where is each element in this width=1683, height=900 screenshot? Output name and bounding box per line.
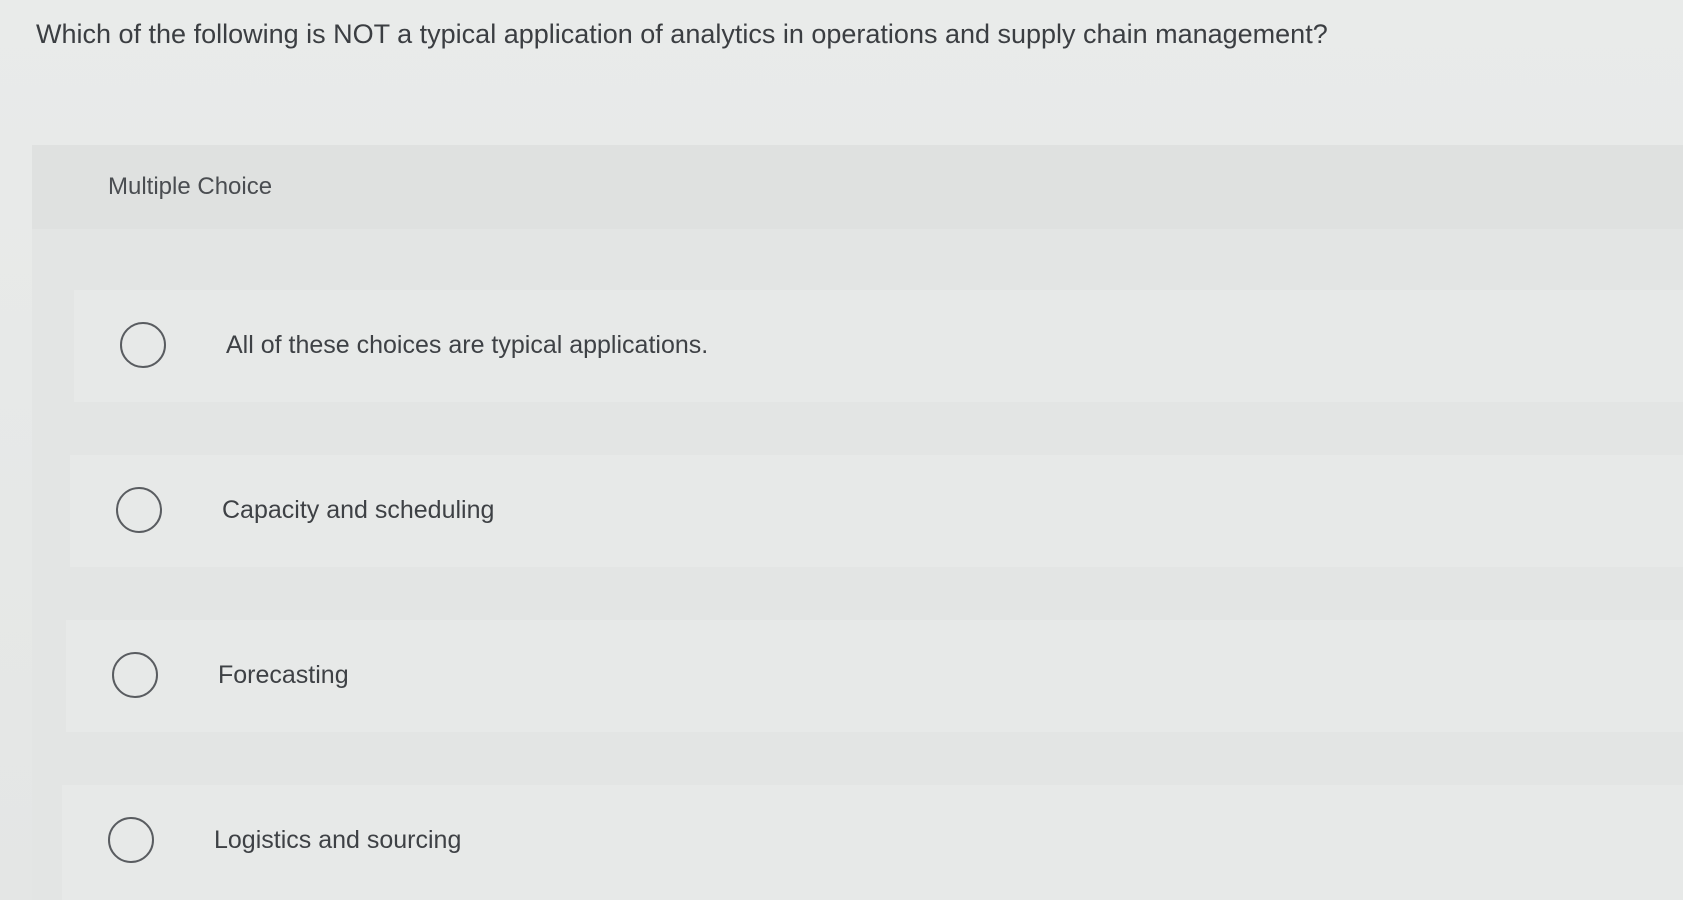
panel-header: Multiple Choice [32,145,1683,229]
answer-option-2[interactable]: Capacity and scheduling [70,455,1683,567]
answer-option-label: Forecasting [218,661,349,689]
radio-button[interactable] [116,487,162,533]
question-text: Which of the following is NOT a typical … [36,19,1328,49]
answer-option-3[interactable]: Forecasting [66,620,1683,732]
panel-title: Multiple Choice [108,173,273,200]
radio-button[interactable] [108,817,154,863]
answer-option-label: All of these choices are typical applica… [226,331,709,359]
radio-button[interactable] [120,322,166,368]
radio-button[interactable] [112,652,158,698]
answer-option-label: Capacity and scheduling [222,496,495,524]
answer-option-4[interactable]: Logistics and sourcing [62,785,1683,900]
answer-option-1[interactable]: All of these choices are typical applica… [74,290,1683,402]
quiz-page: Which of the following is NOT a typical … [0,0,1683,900]
answer-option-label: Logistics and sourcing [214,826,462,854]
